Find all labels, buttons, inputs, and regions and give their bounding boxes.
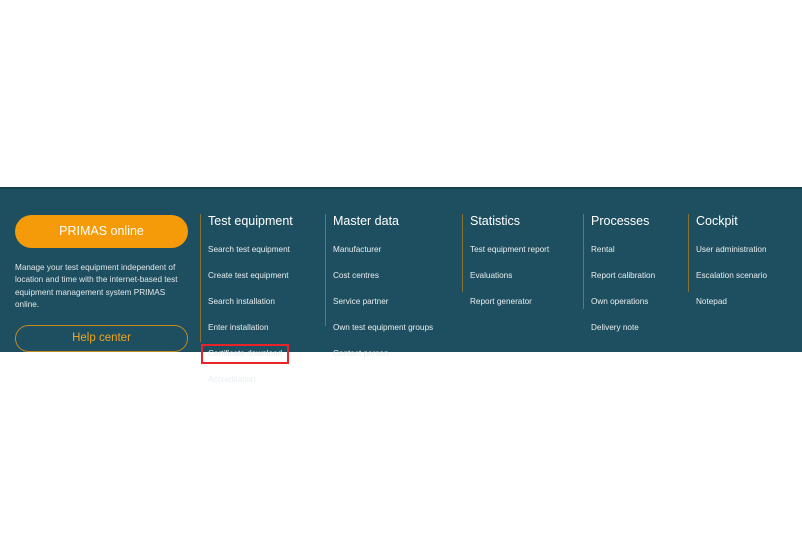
menu-link-accreditation[interactable]: Accreditation xyxy=(208,375,255,385)
menu-link-search-test-equipment[interactable]: Search test equipment xyxy=(208,245,290,255)
menu-list-item: Cost centres xyxy=(333,265,462,283)
menu-list-item: Rental xyxy=(591,239,688,257)
menu-link-enter-installation[interactable]: Enter installation xyxy=(208,323,269,333)
menu-list-item: Create test equipment xyxy=(208,265,325,283)
promo-description: Manage your test equipment independent o… xyxy=(15,263,178,310)
menu-link-contact-person[interactable]: Contact person xyxy=(333,349,389,359)
menu-list-item: Search installation xyxy=(208,291,325,309)
menu-link-own-test-equipment-groups[interactable]: Own test equipment groups xyxy=(333,323,433,333)
primas-online-button[interactable]: PRIMAS online xyxy=(15,215,188,248)
menu-link-list-processes: Rental Report calibration Own operations De… xyxy=(591,239,688,335)
menu-link-search-installation[interactable]: Search installation xyxy=(208,297,275,307)
menu-list-item: Manufacturer xyxy=(333,239,462,257)
menu-column-test-equipment: Test equipment Search test equipment Creat… xyxy=(200,214,325,384)
menu-link-list-master-data: Manufacturer Cost centres Service partner O… xyxy=(333,239,462,361)
menu-list-item: User administration xyxy=(696,239,798,257)
menu-list-item: Delivery note xyxy=(591,317,688,335)
menu-list-item: Report calibration xyxy=(591,265,688,283)
menu-column-title-processes: Processes xyxy=(591,214,650,228)
menu-link-report-generator[interactable]: Report generator xyxy=(470,297,532,307)
menu-list-item: Certificate download xyxy=(200,343,325,364)
menu-column-title-cockpit: Cockpit xyxy=(696,214,738,228)
menu-link-report-calibration[interactable]: Report calibration xyxy=(591,271,655,281)
menu-link-rental[interactable]: Rental xyxy=(591,245,615,255)
menu-column-statistics: Statistics Test equipment report Evaluatio… xyxy=(462,214,583,306)
page-canvas: PRIMAS online Manage your test equipment… xyxy=(0,0,802,536)
menu-list-item: Own operations xyxy=(591,291,688,309)
menu-list-item: Escalation scenario xyxy=(696,265,798,283)
menu-column-title-master-data: Master data xyxy=(333,214,400,228)
menu-link-list-cockpit: User administration Escalation scenario No… xyxy=(696,239,798,309)
help-center-button[interactable]: Help center xyxy=(15,324,188,352)
menu-column-title-test-equipment: Test equipment xyxy=(208,214,293,228)
menu-column-cockpit: Cockpit User administration Escalation sce… xyxy=(688,214,798,306)
menu-link-create-test-equipment[interactable]: Create test equipment xyxy=(208,271,289,281)
menu-link-own-operations[interactable]: Own operations xyxy=(591,297,648,307)
menu-list-item: Search test equipment xyxy=(208,239,325,257)
menu-link-delivery-note[interactable]: Delivery note xyxy=(591,323,639,333)
mega-menu-panel: PRIMAS online Manage your test equipment… xyxy=(0,187,802,384)
menu-link-user-administration[interactable]: User administration xyxy=(696,245,767,255)
menu-link-list-test-equipment: Search test equipment Create test equipme… xyxy=(200,239,325,387)
menu-link-notepad[interactable]: Notepad xyxy=(696,297,727,307)
menu-list-item: Enter installation xyxy=(208,317,325,335)
menu-link-test-equipment-report[interactable]: Test equipment report xyxy=(470,245,549,255)
menu-list-item: Contact person xyxy=(333,343,462,361)
menu-link-evaluations[interactable]: Evaluations xyxy=(470,271,512,281)
menu-list-item: Accreditation xyxy=(208,369,325,387)
menu-link-cost-centres[interactable]: Cost centres xyxy=(333,271,379,281)
menu-column-title-statistics: Statistics xyxy=(470,214,521,228)
menu-list-item: Evaluations xyxy=(470,265,583,283)
promo-column: PRIMAS online Manage your test equipment… xyxy=(15,215,190,352)
menu-list-item: Test equipment report xyxy=(470,239,583,257)
menu-link-manufacturer[interactable]: Manufacturer xyxy=(333,245,381,255)
menu-list-item: Own test equipment groups xyxy=(333,317,462,335)
menu-link-list-statistics: Test equipment report Evaluations Report g… xyxy=(470,239,583,309)
menu-list-item: Service partner xyxy=(333,291,462,309)
menu-list-item: Notepad xyxy=(696,291,798,309)
menu-link-certificate-download[interactable]: Certificate download xyxy=(200,344,290,364)
menu-column-master-data: Master data Manufacturer Cost centres Servi… xyxy=(325,214,462,358)
menu-link-service-partner[interactable]: Service partner xyxy=(333,297,389,307)
menu-column-processes: Processes Rental Report calibration Own ope… xyxy=(583,214,688,332)
menu-list-item: Report generator xyxy=(470,291,583,309)
menu-link-escalation-scenario[interactable]: Escalation scenario xyxy=(696,271,767,281)
